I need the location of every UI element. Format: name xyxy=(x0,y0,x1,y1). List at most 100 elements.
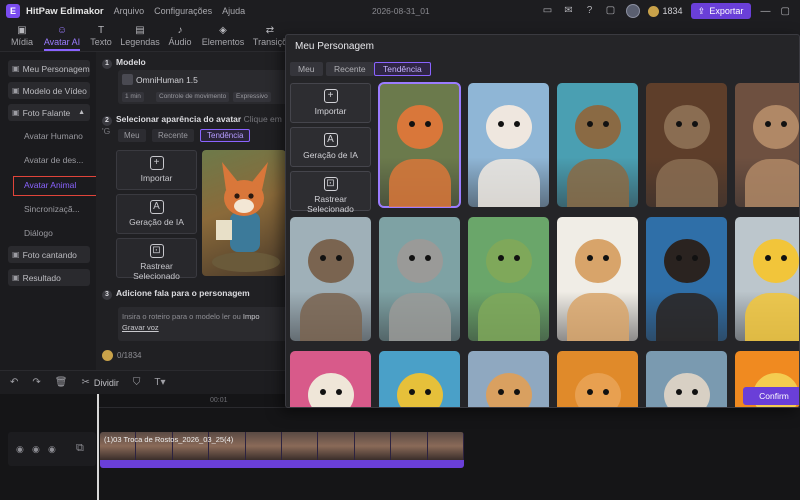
segment-tendencia[interactable]: Tendência xyxy=(200,129,251,142)
track-selected-icon: ⊡ xyxy=(323,177,338,191)
avatar-thumb-fox[interactable] xyxy=(378,82,461,208)
model-chip-expressive: Expressivo xyxy=(233,92,271,102)
segment-recente[interactable]: Recente xyxy=(152,129,194,142)
avatar-thumb-otter[interactable] xyxy=(290,217,371,341)
section-speech-title: 3 Adicione fala para o personagem xyxy=(102,288,250,300)
modal-ai-generate-button[interactable]: A Geração de IA xyxy=(290,127,371,167)
menu-configuracoes[interactable]: Configurações xyxy=(154,6,212,16)
audio-icon: ♪ xyxy=(177,25,183,36)
modal-segment-meu[interactable]: Meu xyxy=(290,62,323,76)
sidebar-item-foto-falante[interactable]: ▣ Foto Falante ▲ xyxy=(8,104,90,121)
avatar-thumb-white-cat[interactable] xyxy=(468,83,549,207)
talking-photo-icon: ▣ xyxy=(12,108,20,117)
split-button[interactable]: Dividir xyxy=(94,378,119,388)
sidebar-sub-avatar-desenho[interactable]: Avatar de des... xyxy=(24,155,83,165)
delete-icon[interactable]: 🗑 xyxy=(55,377,68,388)
avatar-thumb-goat[interactable] xyxy=(646,351,727,407)
avatar-thumb-duckling[interactable] xyxy=(735,217,799,341)
redo-icon[interactable]: ↷ xyxy=(32,377,40,388)
avatar-thumb-hamster[interactable] xyxy=(557,217,638,341)
avatar-thumb-cheetah[interactable] xyxy=(468,351,549,407)
menu-arquivo[interactable]: Arquivo xyxy=(114,6,145,16)
avatar-thumb-cool-cat[interactable] xyxy=(557,351,638,407)
mute-icon[interactable]: ◉ xyxy=(48,444,56,455)
selected-avatar-preview xyxy=(202,150,286,276)
avatar-face xyxy=(663,239,710,284)
confirm-button[interactable]: Confirm xyxy=(743,387,799,405)
replace-icon[interactable]: ⧉ xyxy=(76,442,84,455)
active-tab-indicator xyxy=(44,49,80,51)
avatar-eye xyxy=(513,121,520,128)
avatar-thumb-dog[interactable] xyxy=(646,217,727,341)
modal-track-selected-button[interactable]: ⊡ Rastrear Selecionado xyxy=(290,171,371,214)
avatar-thumb-turtle[interactable] xyxy=(468,217,549,341)
minimize-icon[interactable]: — xyxy=(761,6,771,17)
user-avatar[interactable] xyxy=(625,4,640,18)
undo-icon[interactable]: ↶ xyxy=(10,377,18,388)
script-input[interactable]: Insira o roteiro para o modelo ler ou Im… xyxy=(118,307,288,341)
avatar-thumb-owl[interactable] xyxy=(557,83,638,207)
avatar-body xyxy=(477,293,540,341)
import-button[interactable]: + Importar xyxy=(116,150,197,190)
ai-generate-button[interactable]: A Geração de IA xyxy=(116,194,197,234)
sidebar-item-meu-personagem[interactable]: ▣ Meu Personagem xyxy=(8,60,90,77)
model-thumbnail xyxy=(122,74,133,85)
video-clip[interactable]: (1)03 Troca de Rostos_2026_03_25(4) xyxy=(100,432,464,468)
tab-avatar-ai[interactable]: ☺ Avatar AI xyxy=(42,25,82,47)
model-selector[interactable]: OmniHuman 1.5 1 min Controle de moviment… xyxy=(118,70,288,104)
media-icon: ▣ xyxy=(17,25,27,36)
ai-generate-icon: A xyxy=(323,133,338,147)
modal-segment-recente[interactable]: Recente xyxy=(326,62,374,76)
app-name: HitPaw Edimakor xyxy=(26,5,104,17)
sidebar-item-resultado[interactable]: ▣ Resultado xyxy=(8,269,90,286)
segment-meu[interactable]: Meu xyxy=(118,129,146,142)
avatar-thumb-sloth[interactable] xyxy=(646,83,727,207)
maximize-icon[interactable]: ▢ xyxy=(781,6,790,17)
avatar-face xyxy=(485,105,532,150)
tab-transicoes[interactable]: ⇄ Transiçõ xyxy=(252,25,288,47)
avatar-thumb-koala[interactable] xyxy=(379,217,460,341)
avatar-thumb-bee[interactable] xyxy=(379,351,460,407)
sidebar-sub-sincronizacao[interactable]: Sincronizaçã... xyxy=(24,204,80,214)
coin-icon xyxy=(102,350,113,361)
export-button[interactable]: ⇪ Exportar xyxy=(690,3,751,19)
modal-segment-tendencia[interactable]: Tendência xyxy=(374,62,431,76)
chevron-up-icon: ▲ xyxy=(78,109,85,116)
tab-elementos[interactable]: ◈ Elementos xyxy=(200,25,246,47)
avatar-eye xyxy=(424,255,431,262)
export-icon: ⇪ xyxy=(697,5,706,16)
tab-legendas[interactable]: ▤ Legendas xyxy=(120,25,160,47)
visibility-icon[interactable]: ◉ xyxy=(32,444,40,455)
sidebar-sub-dialogo[interactable]: Diálogo xyxy=(24,228,53,238)
text-icon: T xyxy=(97,25,105,36)
tab-midia[interactable]: ▣ Mídia xyxy=(8,25,36,47)
import-script-link[interactable]: Impo xyxy=(243,312,260,321)
feedback-icon[interactable]: ✉ xyxy=(563,5,575,17)
notification-icon[interactable]: ▢ xyxy=(605,5,617,17)
modal-import-button[interactable]: + Importar xyxy=(290,83,371,123)
tab-audio[interactable]: ♪ Áudio xyxy=(166,25,194,47)
avatar-thumb-alpaca[interactable] xyxy=(290,351,371,407)
avatar-eye xyxy=(497,121,504,128)
lock-icon[interactable]: ◉ xyxy=(16,444,24,455)
help-icon[interactable]: ? xyxy=(584,5,596,17)
model-chip-motion: Controle de movimento xyxy=(156,92,230,102)
playhead[interactable] xyxy=(97,394,99,500)
record-voice-link[interactable]: Gravar voz xyxy=(122,323,159,332)
sidebar-sub-avatar-humano[interactable]: Avatar Humano xyxy=(24,131,83,141)
avatar-thumb-meerkat[interactable] xyxy=(735,83,799,207)
sidebar-item-modelo-de-video[interactable]: ▣ Modelo de Vídeo xyxy=(8,82,90,99)
tab-texto[interactable]: T Texto xyxy=(88,25,114,47)
track-selected-button[interactable]: ⊡ Rastrear Selecionado xyxy=(116,238,197,281)
text-template-icon[interactable]: T▾ xyxy=(154,377,165,388)
shield-icon[interactable]: ⛉ xyxy=(133,377,141,388)
sidebar-item-foto-cantando[interactable]: ▣ Foto cantando xyxy=(8,246,90,263)
clip-audio-bar xyxy=(100,460,464,468)
split-icon[interactable]: ✂ xyxy=(81,377,89,388)
menu-ajuda[interactable]: Ajuda xyxy=(222,6,245,16)
section-model-title: 1 Modelo xyxy=(102,57,146,69)
avatar-face xyxy=(396,105,443,150)
screen-icon[interactable]: ▭ xyxy=(542,5,554,17)
video-template-icon: ▣ xyxy=(12,86,20,95)
avatar-face xyxy=(307,373,354,407)
